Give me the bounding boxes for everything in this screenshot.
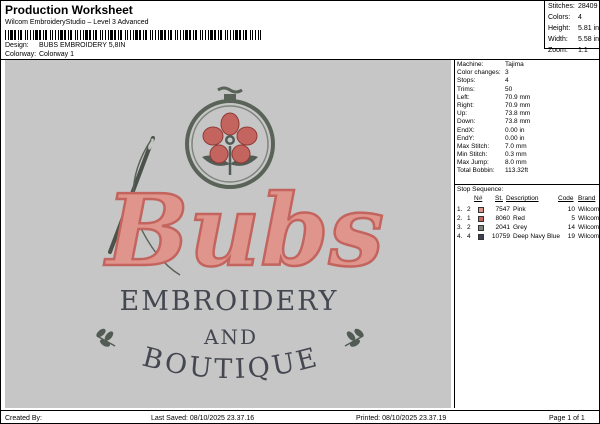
info-row: Color changes: 3 bbox=[457, 69, 509, 77]
last-saved: Last Saved: 08/10/2025 23.37.16 bbox=[151, 415, 255, 422]
info-row: Max Jump: 8.0 mm bbox=[457, 159, 527, 167]
barcode bbox=[5, 30, 261, 40]
stat-width: Width: 5.58 in bbox=[548, 36, 600, 43]
info-row: EndY: 0.00 in bbox=[457, 134, 525, 142]
left-sprig-icon bbox=[96, 328, 116, 347]
stop-sequence-row: 3. 2 2041 Grey 14 Wilcom bbox=[457, 224, 600, 231]
info-row: Stops: 4 bbox=[457, 77, 509, 85]
stat-height: Height: 5.81 in bbox=[548, 25, 600, 32]
stop-sequence-row: 1. 2 7547 Pink 10 Wilcom bbox=[457, 206, 600, 213]
info-row: Down: 73.8 mm bbox=[457, 118, 531, 126]
embroidery-artwork: Bubs EMBROIDERY AND BOUTIQUE bbox=[96, 86, 385, 385]
thread-swatch bbox=[478, 206, 484, 213]
machine-info-panel: Machine: Tajima Color changes: 3 Stops: 4 Trim… bbox=[454, 60, 600, 408]
stop-sequence-row: 4. 4 10759 Deep Navy Blue 19 Wilcom bbox=[457, 233, 600, 240]
bubs-wordmark: Bubs bbox=[103, 174, 384, 289]
design-row: Design: BUBS EMBROIDERY 5,8IN bbox=[5, 42, 125, 49]
stat-zoom: Zoom: 1:1 bbox=[548, 47, 588, 54]
info-row: EndX: 0.00 in bbox=[457, 126, 525, 134]
worksheet-title: Production Worksheet bbox=[5, 3, 133, 17]
production-worksheet: Production Worksheet Wilcom EmbroiderySt… bbox=[0, 0, 600, 424]
info-row: Total Bobbin: 113.32ft bbox=[457, 167, 529, 175]
software-subtitle: Wilcom EmbroideryStudio – Level 3 Advanc… bbox=[5, 19, 149, 26]
stats-panel: Stitches: 28409 Colors: 4 Height: 5.81 in W… bbox=[544, 1, 600, 54]
info-row: Trims: 50 bbox=[457, 85, 513, 93]
page-number: Page 1 of 1 bbox=[549, 415, 585, 422]
thread-swatch bbox=[478, 215, 484, 222]
stat-stitches: Stitches: 28409 bbox=[548, 3, 598, 10]
info-row: Up: 73.8 mm bbox=[457, 110, 531, 118]
printed-date: Printed: 08/10/2025 23.37.19 bbox=[356, 415, 447, 422]
info-row: Left: 70.9 mm bbox=[457, 93, 531, 101]
design-label: Design: bbox=[5, 42, 29, 49]
stop-sequence-title: Stop Sequence: bbox=[455, 184, 600, 194]
stop-sequence-header: N# St. Description Code Brand bbox=[474, 195, 596, 202]
info-row: Right: 70.9 mm bbox=[457, 101, 531, 109]
created-by: Created By: bbox=[5, 415, 42, 422]
right-sprig-icon bbox=[344, 328, 364, 347]
stop-sequence-row: 2. 1 8060 Red 5 Wilcom bbox=[457, 215, 600, 222]
flower-icon bbox=[202, 112, 258, 175]
colorway-label: Colorway: bbox=[5, 51, 37, 58]
info-row: Max Stitch: 7.0 mm bbox=[457, 142, 527, 150]
info-row: Min Stitch: 0.3 mm bbox=[457, 151, 527, 159]
colorway-name: Colorway 1 bbox=[38, 51, 74, 58]
design-name: BUBS EMBROIDERY 5,8IN bbox=[38, 42, 126, 49]
footer: Created By: Last Saved: 08/10/2025 23.37… bbox=[1, 410, 600, 424]
and-text: AND bbox=[203, 325, 258, 349]
design-preview: Bubs EMBROIDERY AND BOUTIQUE bbox=[5, 60, 451, 408]
colorway-row: Colorway: Colorway 1 bbox=[5, 51, 74, 58]
thread-swatch bbox=[478, 224, 484, 231]
stat-colors: Colors: 4 bbox=[548, 14, 582, 21]
thread-swatch bbox=[478, 233, 484, 240]
embroidery-text: EMBROIDERY bbox=[119, 286, 338, 317]
info-row: Machine: Tajima bbox=[457, 61, 524, 68]
